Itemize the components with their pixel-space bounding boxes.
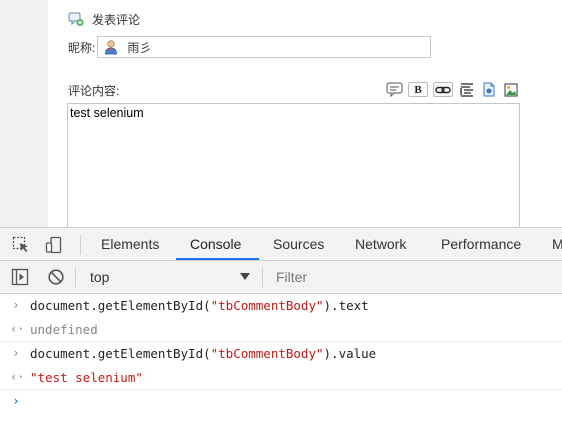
content-label: 评论内容: — [68, 84, 120, 98]
console-toolbar: top — [0, 261, 562, 294]
bold-button[interactable]: B — [408, 82, 428, 97]
devtools-panel: Elements Console Sources Network Perform… — [0, 227, 562, 438]
devtools-tabbar: Elements Console Sources Network Perform… — [0, 228, 562, 261]
console-input-line: › document.getElementById("tbCommentBody… — [0, 294, 562, 318]
nickname-label: 昵称: — [68, 40, 96, 55]
toolbar-divider — [80, 235, 81, 255]
nickname-field[interactable]: 雨彡 — [97, 36, 432, 58]
tab-elements[interactable]: Elements — [101, 228, 159, 261]
result-arrow-icon: ‹· — [10, 369, 25, 384]
tab-console[interactable]: Console — [190, 228, 241, 261]
input-caret-icon: › — [12, 298, 20, 312]
tab-more[interactable]: M — [552, 228, 562, 261]
active-tab-indicator — [176, 258, 259, 260]
console-result-text: "test selenium" — [30, 369, 143, 385]
result-arrow-icon: ‹· — [10, 321, 25, 336]
link-icon[interactable] — [433, 82, 453, 97]
prompt-caret-icon: › — [12, 394, 20, 408]
tab-network[interactable]: Network — [355, 228, 406, 261]
console-result-text: undefined — [30, 321, 98, 337]
editor-toolbar: B — [386, 82, 524, 97]
insert-file-icon[interactable] — [480, 82, 497, 97]
context-selector[interactable]: top — [90, 261, 109, 293]
user-icon — [103, 39, 119, 55]
inspect-element-icon[interactable] — [12, 236, 30, 254]
filter-input[interactable] — [266, 261, 562, 293]
comment-add-icon — [68, 11, 84, 27]
left-gutter — [0, 0, 48, 227]
web-page: 发表评论 昵称: 雨彡 评论内容: B test selenium — [0, 0, 562, 227]
post-comment-header: 发表评论 — [68, 10, 140, 28]
insert-image-icon[interactable] — [502, 82, 519, 97]
console-prompt-line[interactable]: › — [0, 390, 562, 414]
toolbar-divider — [75, 267, 76, 287]
console-output: › document.getElementById("tbCommentBody… — [0, 294, 562, 414]
tab-sources[interactable]: Sources — [273, 228, 324, 261]
nickname-value: 雨彡 — [127, 40, 152, 55]
clear-console-icon[interactable] — [47, 268, 65, 286]
insert-comment-icon[interactable] — [386, 82, 403, 97]
device-toolbar-icon[interactable] — [45, 236, 63, 254]
chevron-down-icon[interactable] — [240, 273, 250, 280]
show-sidebar-icon[interactable] — [11, 268, 29, 286]
nickname-row: 昵称: 雨彡 — [68, 36, 432, 58]
post-comment-label: 发表评论 — [92, 12, 141, 27]
console-input-line: › document.getElementById("tbCommentBody… — [0, 342, 562, 366]
console-result-line: ‹· undefined — [0, 318, 562, 342]
tab-performance[interactable]: Performance — [441, 228, 521, 261]
toolbar-divider — [262, 267, 263, 287]
console-result-line: ‹· "test selenium" — [0, 366, 562, 390]
comment-body-textarea[interactable]: test selenium — [67, 103, 520, 227]
input-caret-icon: › — [12, 346, 20, 360]
comment-body-text: test selenium — [70, 106, 144, 120]
code-block-icon[interactable] — [458, 82, 475, 97]
